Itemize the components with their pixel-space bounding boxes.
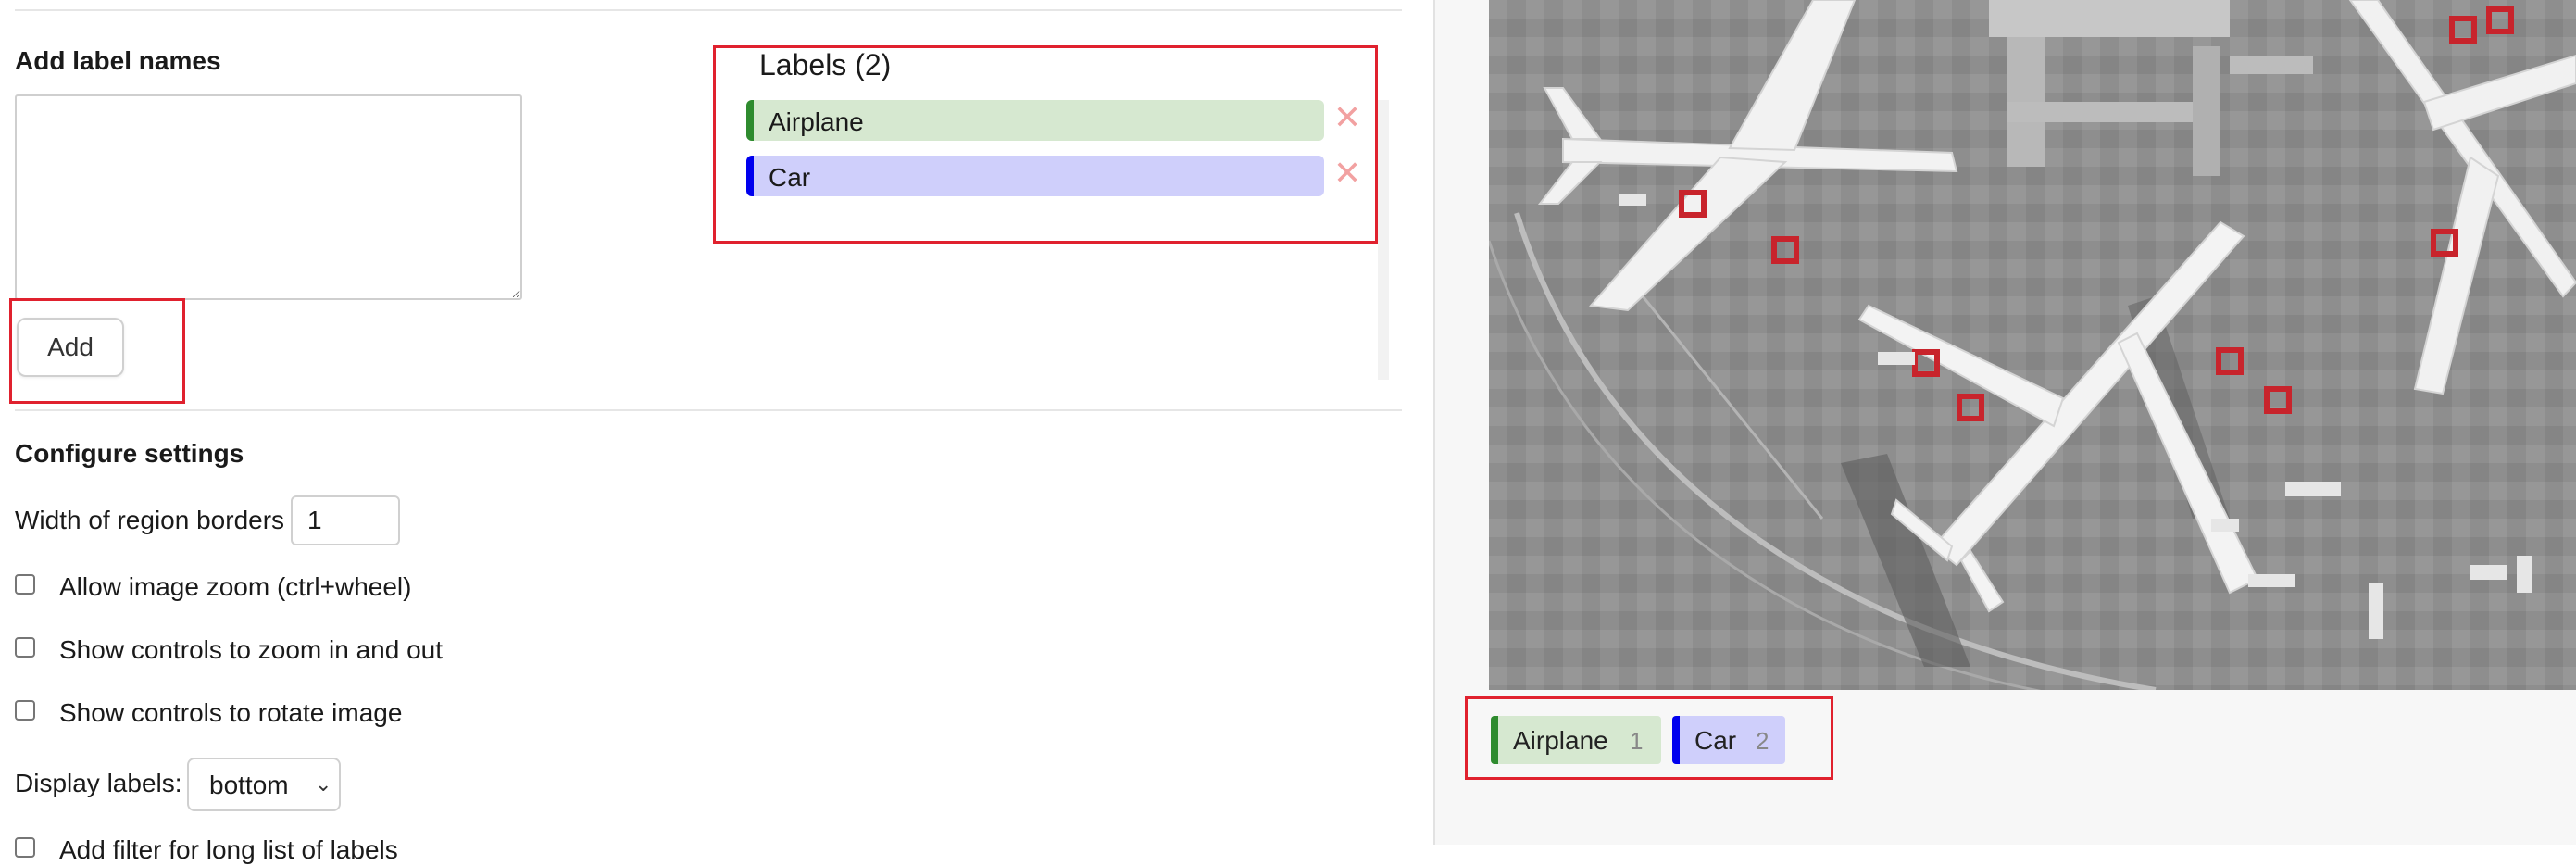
chip-hotkey: 2 [1756, 727, 1769, 755]
label-item-airplane[interactable]: Airplane [746, 100, 1324, 141]
display-labels-label: Display labels: [15, 769, 182, 797]
rotate-controls-checkbox[interactable] [15, 700, 35, 721]
add-label-names-heading: Add label names [15, 46, 221, 75]
top-divider [15, 9, 1402, 11]
chip-color-bar [1672, 716, 1680, 764]
label-color-bar [746, 156, 754, 196]
labels-scrollbar[interactable] [1378, 100, 1389, 380]
label-color-bar [746, 100, 754, 141]
add-button[interactable]: Add [17, 318, 124, 377]
middle-divider [15, 409, 1402, 411]
preview-chip-car[interactable]: Car 2 [1672, 716, 1785, 764]
label-item-name: Car [769, 163, 811, 192]
zoom-controls-option-label: Show controls to zoom in and out [59, 635, 444, 664]
chip-name: Airplane [1513, 726, 1608, 755]
filter-option-label: Add filter for long list of labels [59, 835, 398, 864]
display-labels-select[interactable]: bottom ⌄ [187, 758, 341, 811]
zoom-option-label: Allow image zoom (ctrl+wheel) [59, 572, 412, 601]
preview-chip-airplane[interactable]: Airplane 1 [1491, 716, 1661, 764]
label-item-car[interactable]: Car [746, 156, 1324, 196]
airport-image [1489, 0, 2576, 690]
preview-image[interactable] [1489, 0, 2576, 690]
chip-hotkey: 1 [1630, 727, 1644, 755]
border-width-label: Width of region borders [15, 506, 285, 534]
display-labels-value: bottom [209, 771, 289, 799]
chevron-down-icon: ⌄ [315, 772, 332, 796]
delete-airplane-icon[interactable]: ✕ [1333, 102, 1361, 135]
chip-color-bar [1491, 716, 1498, 764]
zoom-controls-checkbox[interactable] [15, 637, 35, 658]
delete-car-icon[interactable]: ✕ [1333, 157, 1361, 191]
border-width-input[interactable]: 1 [291, 495, 400, 545]
filter-checkbox[interactable] [15, 837, 35, 858]
zoom-checkbox[interactable] [15, 574, 35, 595]
configure-settings-heading: Configure settings [15, 439, 244, 468]
labels-heading: Labels (2) [759, 48, 892, 81]
rotate-controls-option-label: Show controls to rotate image [59, 698, 403, 727]
label-item-name: Airplane [769, 107, 864, 136]
chip-name: Car [1694, 726, 1737, 755]
label-names-input[interactable] [15, 94, 522, 300]
